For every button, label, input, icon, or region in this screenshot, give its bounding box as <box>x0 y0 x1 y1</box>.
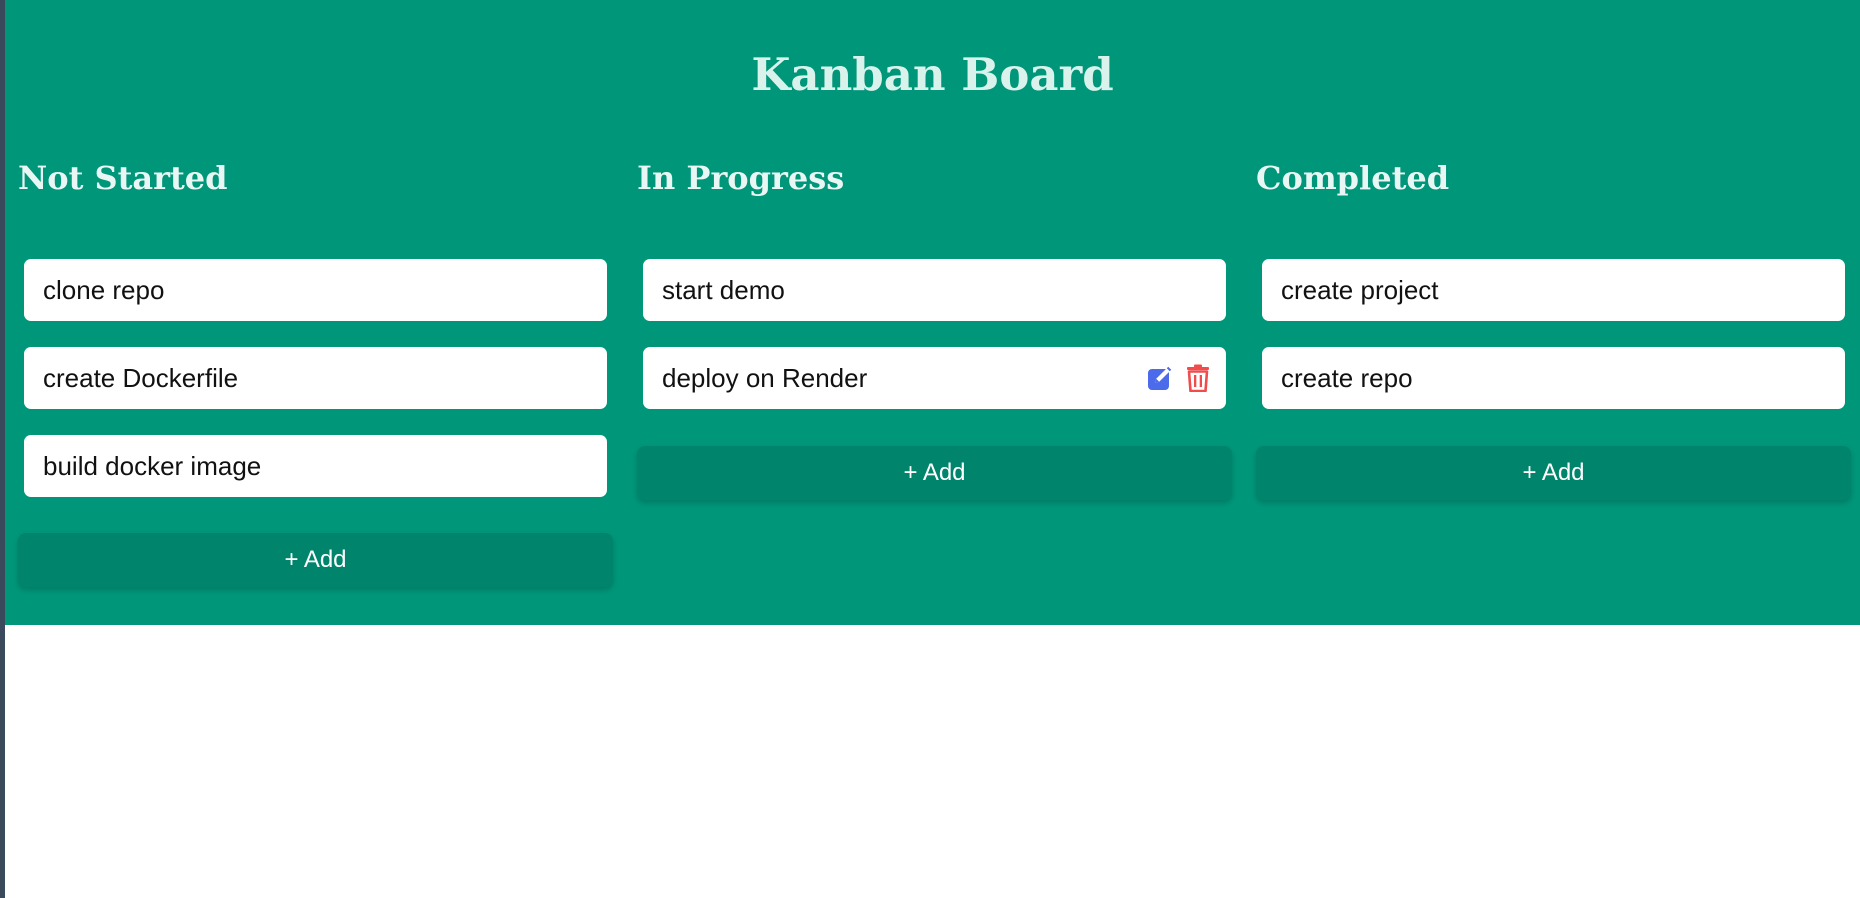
add-card-button[interactable]: + Add <box>637 446 1232 500</box>
card-actions <box>1146 364 1212 392</box>
task-card-text: create repo <box>1281 362 1413 393</box>
card-list: clone repo create Dockerfile build docke… <box>24 259 607 523</box>
trash-icon[interactable] <box>1184 364 1212 392</box>
task-card[interactable]: build docker image <box>24 435 607 497</box>
task-card-text: deploy on Render <box>662 362 868 393</box>
kanban-board: Kanban Board Not Started clone repo crea… <box>5 0 1860 625</box>
column-title: In Progress <box>637 159 845 197</box>
card-list: create project create repo <box>1262 259 1845 435</box>
card-list: start demo deploy on Render <box>643 259 1226 435</box>
add-card-button[interactable]: + Add <box>1256 446 1851 500</box>
task-card[interactable]: start demo <box>643 259 1226 321</box>
task-card[interactable]: clone repo <box>24 259 607 321</box>
page-title: Kanban Board <box>751 48 1114 101</box>
task-card-text: create project <box>1281 274 1439 305</box>
edit-icon[interactable] <box>1146 364 1174 392</box>
task-card[interactable]: create project <box>1262 259 1845 321</box>
task-card-text: start demo <box>662 274 785 305</box>
task-card[interactable]: create Dockerfile <box>24 347 607 409</box>
task-card[interactable]: create repo <box>1262 347 1845 409</box>
task-card-text: create Dockerfile <box>43 362 239 393</box>
task-card[interactable]: deploy on Render <box>643 347 1226 409</box>
add-card-button[interactable]: + Add <box>18 533 613 587</box>
column-title: Not Started <box>18 159 228 197</box>
column-title: Completed <box>1256 159 1450 197</box>
task-card-text: clone repo <box>43 274 165 305</box>
task-card-text: build docker image <box>43 450 262 481</box>
